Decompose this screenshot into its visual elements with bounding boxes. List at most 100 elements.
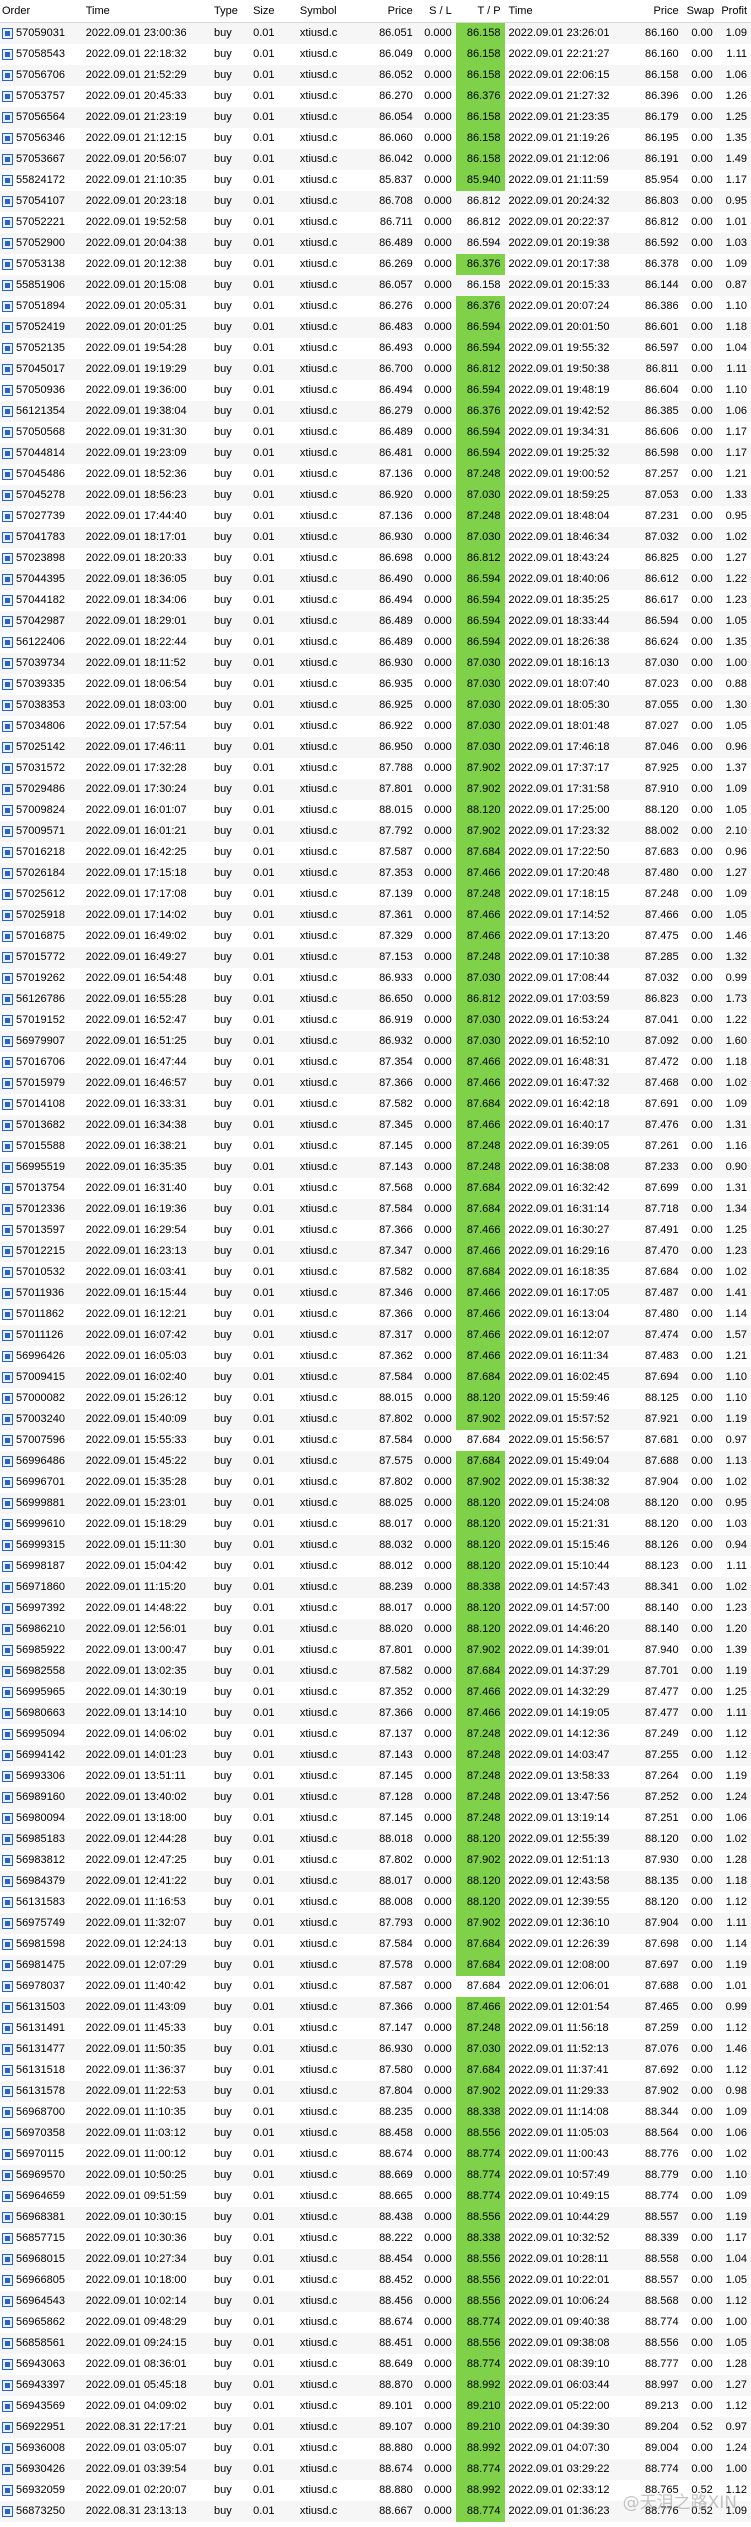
table-row[interactable]: 57056346 2022.09.01 21:12:15 buy 0.01 xtiusd… [0, 128, 751, 149]
table-row[interactable]: 57015588 2022.09.01 16:38:21 buy 0.01 xtiusd… [0, 1136, 751, 1157]
table-row[interactable]: 56922951 2022.08.31 22:17:21 buy 0.01 xtiusd… [0, 2417, 751, 2438]
table-row[interactable]: 57019262 2022.09.01 16:54:48 buy 0.01 xtiusd… [0, 968, 751, 989]
table-row[interactable]: 57044182 2022.09.01 18:34:06 buy 0.01 xtiusd… [0, 590, 751, 611]
table-row[interactable]: 57045278 2022.09.01 18:56:23 buy 0.01 xtiusd… [0, 485, 751, 506]
table-row[interactable]: 56975749 2022.09.01 11:32:07 buy 0.01 xtiusd… [0, 1913, 751, 1934]
table-row[interactable]: 56969570 2022.09.01 10:50:25 buy 0.01 xtiusd… [0, 2165, 751, 2186]
table-row[interactable]: 56964659 2022.09.01 09:51:59 buy 0.01 xtiusd… [0, 2186, 751, 2207]
table-row[interactable]: 57041783 2022.09.01 18:17:01 buy 0.01 xtiusd… [0, 527, 751, 548]
table-row[interactable]: 56943397 2022.09.01 05:45:18 buy 0.01 xtiusd… [0, 2375, 751, 2396]
column-header-close-time[interactable]: Time [505, 0, 634, 22]
table-row[interactable]: 56993306 2022.09.01 13:51:11 buy 0.01 xtiusd… [0, 1766, 751, 1787]
table-row[interactable]: 57013754 2022.09.01 16:31:40 buy 0.01 xtiusd… [0, 1178, 751, 1199]
table-row[interactable]: 57023898 2022.09.01 18:20:33 buy 0.01 xtiusd… [0, 548, 751, 569]
table-row[interactable]: 56131578 2022.09.01 11:22:53 buy 0.01 xtiusd… [0, 2081, 751, 2102]
table-row[interactable]: 57044814 2022.09.01 19:23:09 buy 0.01 xtiusd… [0, 443, 751, 464]
table-row[interactable]: 57025142 2022.09.01 17:46:11 buy 0.01 xtiusd… [0, 737, 751, 758]
table-row[interactable]: 56131503 2022.09.01 11:43:09 buy 0.01 xtiusd… [0, 1997, 751, 2018]
table-row[interactable]: 57050568 2022.09.01 19:31:30 buy 0.01 xtiusd… [0, 422, 751, 443]
table-row[interactable]: 57016875 2022.09.01 16:49:02 buy 0.01 xtiusd… [0, 926, 751, 947]
column-header-size[interactable]: Size [249, 0, 296, 22]
table-row[interactable]: 56985922 2022.09.01 13:00:47 buy 0.01 xtiusd… [0, 1640, 751, 1661]
table-row[interactable]: 57058543 2022.09.01 22:18:32 buy 0.01 xtiusd… [0, 44, 751, 65]
table-row[interactable]: 56983812 2022.09.01 12:47:25 buy 0.01 xtiusd… [0, 1850, 751, 1871]
table-row[interactable]: 57045486 2022.09.01 18:52:36 buy 0.01 xtiusd… [0, 464, 751, 485]
table-row[interactable]: 57052419 2022.09.01 20:01:25 buy 0.01 xtiusd… [0, 317, 751, 338]
table-row[interactable]: 57034806 2022.09.01 17:57:54 buy 0.01 xtiusd… [0, 716, 751, 737]
table-row[interactable]: 57016706 2022.09.01 16:47:44 buy 0.01 xtiusd… [0, 1052, 751, 1073]
column-header-close-price[interactable]: Price [634, 0, 683, 22]
table-row[interactable]: 56996701 2022.09.01 15:35:28 buy 0.01 xtiusd… [0, 1472, 751, 1493]
column-header-order[interactable]: Order [0, 0, 82, 22]
table-row[interactable]: 55824172 2022.09.01 21:10:35 buy 0.01 xtiusd… [0, 170, 751, 191]
column-header-symbol[interactable]: Symbol [296, 0, 364, 22]
table-row[interactable]: 57042987 2022.09.01 18:29:01 buy 0.01 xtiusd… [0, 611, 751, 632]
table-row[interactable]: 57052135 2022.09.01 19:54:28 buy 0.01 xtiusd… [0, 338, 751, 359]
table-row[interactable]: 57014108 2022.09.01 16:33:31 buy 0.01 xtiusd… [0, 1094, 751, 1115]
table-row[interactable]: 57015772 2022.09.01 16:49:27 buy 0.01 xtiusd… [0, 947, 751, 968]
table-row[interactable]: 57053667 2022.09.01 20:56:07 buy 0.01 xtiusd… [0, 149, 751, 170]
table-row[interactable]: 57039335 2022.09.01 18:06:54 buy 0.01 xtiusd… [0, 674, 751, 695]
table-row[interactable]: 56131518 2022.09.01 11:36:37 buy 0.01 xtiusd… [0, 2060, 751, 2081]
column-header-type[interactable]: Type [210, 0, 249, 22]
table-row[interactable]: 57016218 2022.09.01 16:42:25 buy 0.01 xtiusd… [0, 842, 751, 863]
table-row[interactable]: 57010532 2022.09.01 16:03:41 buy 0.01 xtiusd… [0, 1262, 751, 1283]
table-row[interactable]: 56996486 2022.09.01 15:45:22 buy 0.01 xtiusd… [0, 1451, 751, 1472]
table-row[interactable]: 56965862 2022.09.01 09:48:29 buy 0.01 xtiusd… [0, 2312, 751, 2333]
table-row[interactable]: 57000082 2022.09.01 15:26:12 buy 0.01 xtiusd… [0, 1388, 751, 1409]
table-row[interactable]: 56997392 2022.09.01 14:48:22 buy 0.01 xtiusd… [0, 1598, 751, 1619]
table-row[interactable]: 56970358 2022.09.01 11:03:12 buy 0.01 xtiusd… [0, 2123, 751, 2144]
table-row[interactable]: 57050936 2022.09.01 19:36:00 buy 0.01 xtiusd… [0, 380, 751, 401]
table-row[interactable]: 56999610 2022.09.01 15:18:29 buy 0.01 xtiusd… [0, 1514, 751, 1535]
table-row[interactable]: 56999315 2022.09.01 15:11:30 buy 0.01 xtiusd… [0, 1535, 751, 1556]
table-row[interactable]: 56995519 2022.09.01 16:35:35 buy 0.01 xtiusd… [0, 1157, 751, 1178]
table-row[interactable]: 57031572 2022.09.01 17:32:28 buy 0.01 xtiusd… [0, 758, 751, 779]
table-row[interactable]: 56996426 2022.09.01 16:05:03 buy 0.01 xtiusd… [0, 1346, 751, 1367]
table-row[interactable]: 57013682 2022.09.01 16:34:38 buy 0.01 xtiusd… [0, 1115, 751, 1136]
table-row[interactable]: 56930426 2022.09.01 03:39:54 buy 0.01 xtiusd… [0, 2459, 751, 2480]
column-header-open-time[interactable]: Time [82, 0, 210, 22]
table-row[interactable]: 57045017 2022.09.01 19:19:29 buy 0.01 xtiusd… [0, 359, 751, 380]
table-row[interactable]: 56126786 2022.09.01 16:55:28 buy 0.01 xtiusd… [0, 989, 751, 1010]
table-row[interactable]: 56943063 2022.09.01 08:36:01 buy 0.01 xtiusd… [0, 2354, 751, 2375]
column-header-open-price[interactable]: Price [364, 0, 417, 22]
table-row[interactable]: 56968700 2022.09.01 11:10:35 buy 0.01 xtiusd… [0, 2102, 751, 2123]
table-row[interactable]: 56131491 2022.09.01 11:45:33 buy 0.01 xtiusd… [0, 2018, 751, 2039]
table-row[interactable]: 56980094 2022.09.01 13:18:00 buy 0.01 xtiusd… [0, 1808, 751, 1829]
table-row[interactable]: 56995094 2022.09.01 14:06:02 buy 0.01 xtiusd… [0, 1724, 751, 1745]
table-row[interactable]: 57029486 2022.09.01 17:30:24 buy 0.01 xtiusd… [0, 779, 751, 800]
table-row[interactable]: 56858561 2022.09.01 09:24:15 buy 0.01 xtiusd… [0, 2333, 751, 2354]
table-row[interactable]: 56989160 2022.09.01 13:40:02 buy 0.01 xtiusd… [0, 1787, 751, 1808]
table-row[interactable]: 57009415 2022.09.01 16:02:40 buy 0.01 xtiusd… [0, 1367, 751, 1388]
table-row[interactable]: 56964543 2022.09.01 10:02:14 buy 0.01 xtiusd… [0, 2291, 751, 2312]
table-row[interactable]: 56984379 2022.09.01 12:41:22 buy 0.01 xtiusd… [0, 1871, 751, 1892]
table-row[interactable]: 57052900 2022.09.01 20:04:38 buy 0.01 xtiusd… [0, 233, 751, 254]
table-row[interactable]: 57059031 2022.09.01 23:00:36 buy 0.01 xtiusd… [0, 23, 751, 44]
table-row[interactable]: 56121354 2022.09.01 19:38:04 buy 0.01 xtiusd… [0, 401, 751, 422]
table-row[interactable]: 56998187 2022.09.01 15:04:42 buy 0.01 xtiusd… [0, 1556, 751, 1577]
column-header-stop-loss[interactable]: S / L [417, 0, 456, 22]
table-row[interactable]: 57051894 2022.09.01 20:05:31 buy 0.01 xtiusd… [0, 296, 751, 317]
table-row[interactable]: 57012336 2022.09.01 16:19:36 buy 0.01 xtiusd… [0, 1199, 751, 1220]
table-row[interactable]: 56966805 2022.09.01 10:18:00 buy 0.01 xtiusd… [0, 2270, 751, 2291]
table-row[interactable]: 57027739 2022.09.01 17:44:40 buy 0.01 xtiusd… [0, 506, 751, 527]
table-row[interactable]: 56995965 2022.09.01 14:30:19 buy 0.01 xtiusd… [0, 1682, 751, 1703]
table-row[interactable]: 56981475 2022.09.01 12:07:29 buy 0.01 xtiusd… [0, 1955, 751, 1976]
table-row[interactable]: 55851906 2022.09.01 20:15:08 buy 0.01 xtiusd… [0, 275, 751, 296]
table-row[interactable]: 56936008 2022.09.01 03:05:07 buy 0.01 xtiusd… [0, 2438, 751, 2459]
table-row[interactable]: 56943569 2022.09.01 04:09:02 buy 0.01 xtiusd… [0, 2396, 751, 2417]
table-row[interactable]: 57011936 2022.09.01 16:15:44 buy 0.01 xtiusd… [0, 1283, 751, 1304]
table-row[interactable]: 57009824 2022.09.01 16:01:07 buy 0.01 xtiusd… [0, 800, 751, 821]
table-row[interactable]: 57044395 2022.09.01 18:36:05 buy 0.01 xtiusd… [0, 569, 751, 590]
table-row[interactable]: 57012215 2022.09.01 16:23:13 buy 0.01 xtiusd… [0, 1241, 751, 1262]
table-row[interactable]: 56980663 2022.09.01 13:14:10 buy 0.01 xtiusd… [0, 1703, 751, 1724]
table-row[interactable]: 57011126 2022.09.01 16:07:42 buy 0.01 xtiusd… [0, 1325, 751, 1346]
table-row[interactable]: 56994142 2022.09.01 14:01:23 buy 0.01 xtiusd… [0, 1745, 751, 1766]
table-row[interactable]: 56978037 2022.09.01 11:40:42 buy 0.01 xtiusd… [0, 1976, 751, 1997]
table-row[interactable]: 56979907 2022.09.01 16:51:25 buy 0.01 xtiusd… [0, 1031, 751, 1052]
table-row[interactable]: 57013597 2022.09.01 16:29:54 buy 0.01 xtiusd… [0, 1220, 751, 1241]
column-header-profit[interactable]: Profit [717, 0, 751, 22]
table-row[interactable]: 56982558 2022.09.01 13:02:35 buy 0.01 xtiusd… [0, 1661, 751, 1682]
table-row[interactable]: 57038353 2022.09.01 18:03:00 buy 0.01 xtiusd… [0, 695, 751, 716]
table-row[interactable]: 57056706 2022.09.01 21:52:29 buy 0.01 xtiusd… [0, 65, 751, 86]
